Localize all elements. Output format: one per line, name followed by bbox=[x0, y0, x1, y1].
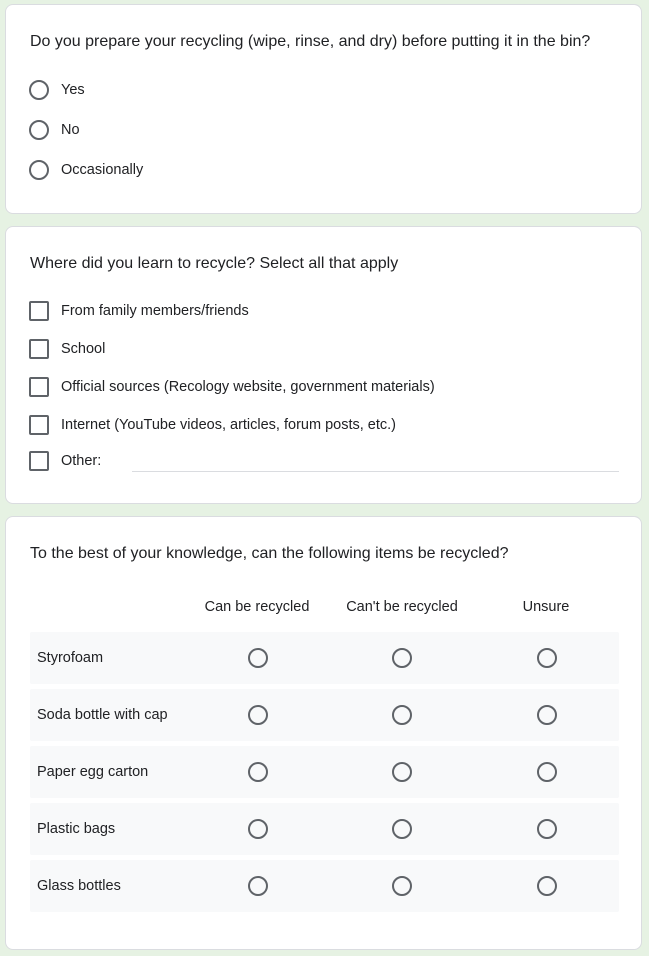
question-title: Do you prepare your recycling (wipe, rin… bbox=[30, 33, 591, 50]
radio-can-be-recycled[interactable] bbox=[248, 762, 268, 782]
radio-option-yes[interactable]: Yes bbox=[29, 78, 85, 102]
radio-cant-be-recycled[interactable] bbox=[392, 876, 412, 896]
checkbox-option-other[interactable]: Other: bbox=[29, 449, 101, 473]
checkbox[interactable] bbox=[29, 339, 49, 359]
radio-button[interactable] bbox=[29, 160, 49, 180]
radio-unsure[interactable] bbox=[537, 705, 557, 725]
radio-unsure[interactable] bbox=[537, 876, 557, 896]
row-label: Paper egg carton bbox=[37, 764, 149, 780]
checkbox[interactable] bbox=[29, 415, 49, 435]
radio-button[interactable] bbox=[29, 80, 49, 100]
radio-can-be-recycled[interactable] bbox=[248, 819, 268, 839]
row-label: Soda bottle with cap bbox=[37, 707, 168, 723]
radio-cant-be-recycled[interactable] bbox=[392, 648, 412, 668]
radio-can-be-recycled[interactable] bbox=[248, 648, 268, 668]
column-header-unsure: Unsure bbox=[522, 599, 570, 615]
radio-unsure[interactable] bbox=[537, 762, 557, 782]
grid-row-soda-bottle: Soda bottle with cap bbox=[30, 689, 619, 741]
question-title: To the best of your knowledge, can the f… bbox=[30, 545, 509, 562]
grid-row-glass-bottles: Glass bottles bbox=[30, 860, 619, 912]
grid-row-paper-egg-carton: Paper egg carton bbox=[30, 746, 619, 798]
question-card-prepare-recycling: Do you prepare your recycling (wipe, rin… bbox=[5, 4, 642, 214]
radio-cant-be-recycled[interactable] bbox=[392, 705, 412, 725]
radio-option-no[interactable]: No bbox=[29, 118, 80, 142]
radio-button[interactable] bbox=[29, 120, 49, 140]
column-header-can-be-recycled: Can be recycled bbox=[204, 599, 310, 615]
row-label: Glass bottles bbox=[37, 878, 121, 894]
grid-row-styrofoam: Styrofoam bbox=[30, 632, 619, 684]
question-title: Where did you learn to recycle? Select a… bbox=[30, 255, 399, 272]
grid-row-plastic-bags: Plastic bags bbox=[30, 803, 619, 855]
checkbox[interactable] bbox=[29, 301, 49, 321]
radio-cant-be-recycled[interactable] bbox=[392, 762, 412, 782]
radio-can-be-recycled[interactable] bbox=[248, 876, 268, 896]
question-card-items-recyclable: To the best of your knowledge, can the f… bbox=[5, 516, 642, 950]
checkbox-option-internet[interactable]: Internet (YouTube videos, articles, foru… bbox=[29, 413, 396, 437]
option-label: From family members/friends bbox=[61, 303, 249, 319]
checkbox-option-official-sources[interactable]: Official sources (Recology website, gove… bbox=[29, 375, 435, 399]
option-label: No bbox=[61, 122, 80, 138]
option-label: School bbox=[61, 341, 106, 357]
checkbox-option-school[interactable]: School bbox=[29, 337, 105, 361]
option-label: Yes bbox=[61, 82, 85, 98]
row-label: Styrofoam bbox=[37, 650, 104, 666]
column-header-cant-be-recycled: Can't be recycled bbox=[346, 599, 458, 615]
checkbox[interactable] bbox=[29, 451, 49, 471]
option-label: Other: bbox=[61, 453, 102, 469]
radio-unsure[interactable] bbox=[537, 648, 557, 668]
other-text-input[interactable] bbox=[132, 471, 619, 472]
checkbox-option-family[interactable]: From family members/friends bbox=[29, 299, 249, 323]
radio-unsure[interactable] bbox=[537, 819, 557, 839]
radio-can-be-recycled[interactable] bbox=[248, 705, 268, 725]
radio-option-occasionally[interactable]: Occasionally bbox=[29, 158, 143, 182]
option-label: Occasionally bbox=[61, 162, 144, 178]
radio-cant-be-recycled[interactable] bbox=[392, 819, 412, 839]
question-card-learn-recycle: Where did you learn to recycle? Select a… bbox=[5, 226, 642, 504]
row-label: Plastic bags bbox=[37, 821, 116, 837]
option-label: Internet (YouTube videos, articles, foru… bbox=[61, 417, 397, 433]
option-label: Official sources (Recology website, gove… bbox=[61, 379, 435, 395]
checkbox[interactable] bbox=[29, 377, 49, 397]
